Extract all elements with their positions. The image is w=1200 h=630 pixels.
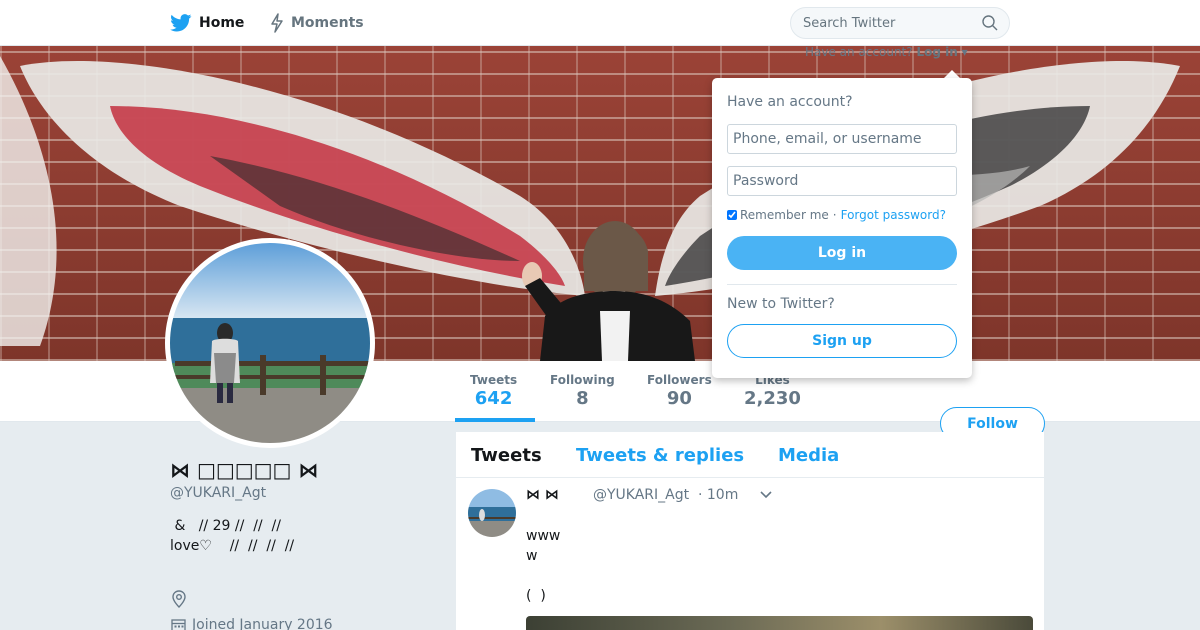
tweet-item[interactable]: ⋈ ⋈ @YUKARI_Agt · 10m www w ( ) <box>456 432 1044 630</box>
stat-tweets-label: Tweets <box>470 373 518 387</box>
password-input[interactable] <box>727 166 957 196</box>
username-input[interactable] <box>727 124 957 154</box>
chevron-down-icon[interactable] <box>759 490 773 500</box>
login-dropdown-title: Have an account? <box>727 94 853 110</box>
forgot-password-link[interactable]: Forgot password? <box>841 208 946 222</box>
nav-home-link[interactable]: Home <box>170 0 244 46</box>
profile-bio: & // 29 // // // love♡ // // // // <box>170 518 295 554</box>
remember-separator: · <box>832 208 837 222</box>
tweet-timestamp[interactable]: · 10m <box>698 487 738 503</box>
stat-followers-label: Followers <box>647 373 712 387</box>
signup-button[interactable]: Sign up <box>727 324 957 358</box>
tweet-author-name[interactable]: ⋈ ⋈ <box>526 487 559 503</box>
avatar-photo <box>170 243 370 443</box>
remember-me-label[interactable]: Remember me <box>740 208 829 222</box>
stat-likes-value: 2,230 <box>744 388 801 409</box>
login-button[interactable]: Log in <box>727 236 957 270</box>
twitter-bird-icon <box>170 14 192 32</box>
login-toggle-link[interactable]: Log in <box>916 45 957 59</box>
calendar-icon <box>171 618 186 630</box>
stat-tweets-value: 642 <box>474 388 513 409</box>
have-account-prompt: Have an account? Log in ▾ <box>805 45 968 59</box>
search-box <box>790 7 1010 39</box>
nav-moments-link[interactable]: Moments <box>270 0 364 46</box>
search-input[interactable] <box>791 8 981 38</box>
stat-following-label: Following <box>550 373 615 387</box>
stat-following[interactable]: Following 8 <box>550 373 615 409</box>
dropdown-arrow-icon[interactable]: ▾ <box>962 45 968 59</box>
tweet-text: www w ( ) <box>526 528 561 604</box>
tweet-media-image[interactable] <box>526 616 1033 630</box>
top-navigation: Home Moments <box>0 0 1200 46</box>
new-to-twitter-text: New to Twitter? <box>727 296 835 312</box>
search-icon[interactable] <box>982 15 998 31</box>
dropdown-divider <box>727 284 957 285</box>
tweet-avatar-photo <box>468 489 516 537</box>
remember-me-checkbox[interactable] <box>727 210 737 220</box>
remember-row: Remember me · Forgot password? <box>727 208 946 222</box>
tweet-author-handle[interactable]: @YUKARI_Agt <box>593 487 689 503</box>
active-stat-underline <box>455 418 535 422</box>
login-dropdown: Have an account? Remember me · Forgot pa… <box>712 78 972 378</box>
stat-followers[interactable]: Followers 90 <box>647 373 712 409</box>
stat-following-value: 8 <box>576 388 589 409</box>
stat-followers-value: 90 <box>666 388 692 409</box>
tweet-avatar[interactable] <box>468 489 516 537</box>
nav-moments-label: Moments <box>291 15 364 31</box>
profile-avatar[interactable] <box>165 238 375 448</box>
profile-handle[interactable]: @YUKARI_Agt <box>170 485 266 501</box>
location-pin-icon <box>172 590 186 608</box>
profile-joined-date: Joined January 2016 <box>171 617 333 630</box>
profile-display-name: ⋈ □□□□□ ⋈ <box>170 458 319 482</box>
stat-likes[interactable]: Likes 2,230 <box>744 373 801 409</box>
stat-tweets[interactable]: Tweets 642 <box>470 373 517 409</box>
have-account-text: Have an account? <box>805 45 913 59</box>
nav-home-label: Home <box>199 15 245 31</box>
joined-text: Joined January 2016 <box>192 617 333 630</box>
lightning-bolt-icon <box>271 13 283 33</box>
